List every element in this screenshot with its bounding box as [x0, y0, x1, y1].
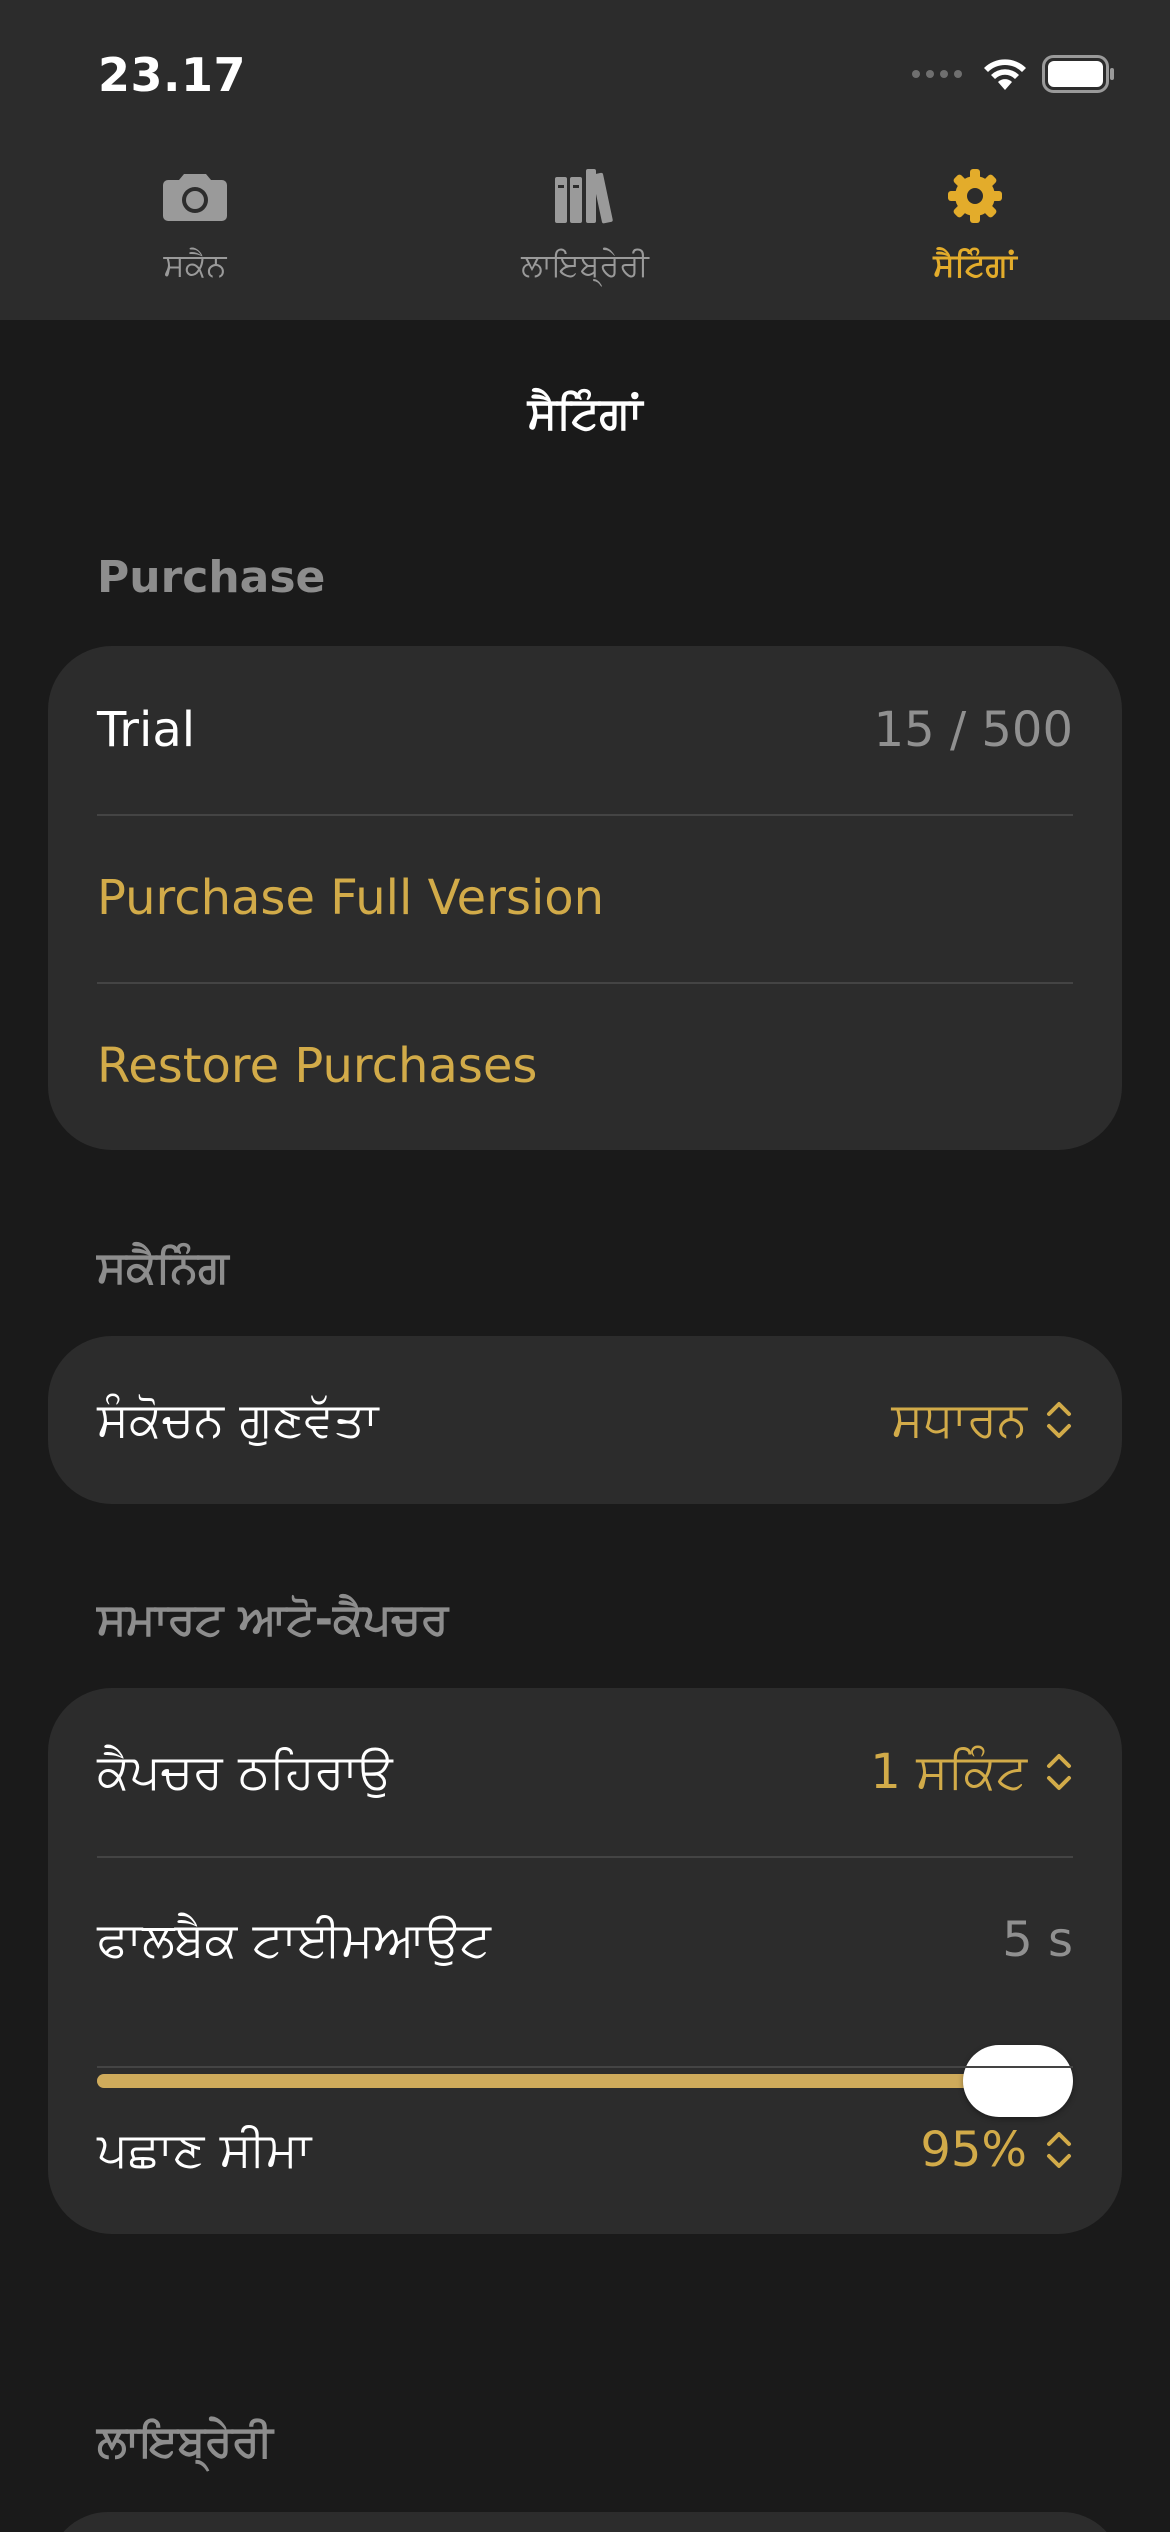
- auto-capture-card: ਕੈਪਚਰ ਠਹਿਰਾਉ 1 ਸਕਿੰਟ ਫਾਲਬੈਕ ਟਾਈਮਆਉਟ 5 s …: [48, 1688, 1122, 2234]
- section-header-library: ਲਾਇਬ੍ਰੇਰੀ: [97, 2416, 273, 2467]
- gear-icon: [947, 160, 1003, 232]
- trial-count: 15 / 500: [873, 702, 1073, 758]
- compression-quality-row: ਸੰਕੋਚਨ ਗੁਣਵੱਤਾ ਸਧਾਰਨ: [48, 1336, 1122, 1504]
- recognition-threshold-label: ਪਛਾਣ ਸੀਮਾ: [97, 2121, 312, 2178]
- recognition-threshold-row: ਪਛਾਣ ਸੀਮਾ 95%: [48, 2066, 1122, 2234]
- battery-icon: [1042, 55, 1114, 93]
- status-icons: [912, 52, 1116, 96]
- section-header-scanning: ਸਕੈਨਿੰਗ: [97, 1242, 229, 1293]
- capture-pause-picker[interactable]: 1 ਸਕਿੰਟ: [870, 1744, 1073, 1801]
- section-header-auto-capture: ਸਮਾਰਟ ਆਟੋ-ਕੈਪਚਰ: [97, 1594, 449, 1645]
- settings-screen: 23.17 ਸਕੈਨ ਲਾਇਬ੍ਰੇਰੀ ਸੈਟਿੰਗਾਂ ਸੈਟਿੰਗਾਂ P…: [0, 0, 1170, 2532]
- capture-pause-value: 1 ਸਕਿੰਟ: [870, 1743, 1027, 1800]
- compression-quality-label: ਸੰਕੋਚਨ ਗੁਣਵੱਤਾ: [97, 1391, 379, 1448]
- tab-library-label: ਲਾਇਬ੍ਰੇਰੀ: [521, 246, 649, 284]
- tab-scan[interactable]: ਸਕੈਨ: [0, 160, 390, 310]
- purchase-full-version-label: Purchase Full Version: [97, 870, 605, 926]
- top-bar: 23.17 ਸਕੈਨ ਲਾਇਬ੍ਰੇਰੀ ਸੈਟਿੰਗਾਂ: [0, 0, 1170, 320]
- page-title: ਸੈਟਿੰਗਾਂ: [527, 388, 643, 439]
- books-icon: [553, 160, 617, 232]
- capture-pause-label: ਕੈਪਚਰ ਠਹਿਰਾਉ: [97, 1743, 393, 1800]
- chevron-up-down-icon: [1047, 2132, 1071, 2168]
- tab-settings[interactable]: ਸੈਟਿੰਗਾਂ: [780, 160, 1170, 310]
- cellular-signal-icon: [912, 70, 962, 78]
- fallback-timeout-label: ਫਾਲਬੈਕ ਟਾਈਮਆਉਟ: [97, 1911, 491, 1968]
- tab-library[interactable]: ਲਾਇਬ੍ਰੇਰੀ: [390, 160, 780, 310]
- trial-label: Trial: [97, 702, 196, 758]
- scanning-card: ਸੰਕੋਚਨ ਗੁਣਵੱਤਾ ਸਧਾਰਨ: [48, 1336, 1122, 1504]
- capture-pause-row: ਕੈਪਚਰ ਠਹਿਰਾਉ 1 ਸਕਿੰਟ: [48, 1688, 1122, 1856]
- fallback-timeout-value: 5 s: [1002, 1912, 1073, 1968]
- wifi-icon: [984, 59, 1026, 90]
- restore-purchases-button[interactable]: Restore Purchases: [48, 982, 1122, 1150]
- purchase-full-version-button[interactable]: Purchase Full Version: [48, 814, 1122, 982]
- tab-bar: ਸਕੈਨ ਲਾਇਬ੍ਰੇਰੀ ਸੈਟਿੰਗਾਂ: [0, 160, 1170, 310]
- chevron-up-down-icon: [1047, 1754, 1071, 1790]
- compression-quality-value: ਸਧਾਰਨ: [891, 1391, 1027, 1448]
- recognition-threshold-value: 95%: [920, 2122, 1027, 2178]
- status-time: 23.17: [98, 48, 247, 102]
- library-card: [48, 2512, 1122, 2532]
- compression-quality-picker[interactable]: ਸਧਾਰਨ: [891, 1392, 1073, 1449]
- restore-purchases-label: Restore Purchases: [97, 1038, 538, 1094]
- camera-icon: [162, 160, 228, 232]
- recognition-threshold-picker[interactable]: 95%: [920, 2122, 1073, 2178]
- tab-settings-label: ਸੈਟਿੰਗਾਂ: [933, 246, 1017, 284]
- purchase-card: Trial 15 / 500 Purchase Full Version Res…: [48, 646, 1122, 1150]
- fallback-timeout-row: ਫਾਲਬੈਕ ਟਾਈਮਆਉਟ 5 s: [48, 1856, 1122, 2117]
- tab-scan-label: ਸਕੈਨ: [163, 246, 227, 284]
- chevron-up-down-icon: [1047, 1402, 1071, 1438]
- trial-row: Trial 15 / 500: [48, 646, 1122, 814]
- section-header-purchase: Purchase: [97, 552, 326, 603]
